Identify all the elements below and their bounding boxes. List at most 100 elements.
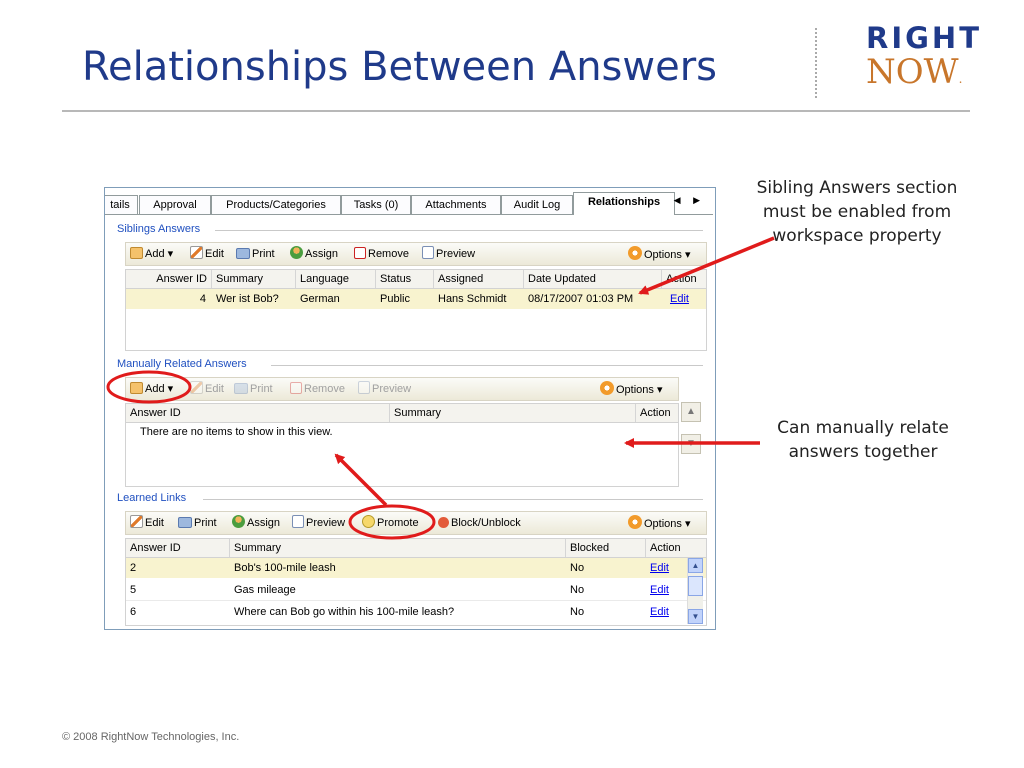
col-answer-id[interactable]: Answer ID <box>126 539 230 557</box>
col-summary[interactable]: Summary <box>390 404 636 422</box>
siblings-remove-button[interactable]: Remove <box>354 246 409 262</box>
col-answer-id[interactable]: Answer ID <box>126 404 390 422</box>
logo-line-now: NOW. <box>866 54 976 97</box>
manual-remove-button[interactable]: Remove <box>290 381 345 397</box>
print-icon <box>178 517 192 528</box>
tab-scroll-arrows[interactable]: ◀ ▶ <box>674 195 705 206</box>
col-language[interactable]: Language <box>296 270 376 288</box>
learned-edit-label: Edit <box>145 517 164 529</box>
tab-products-categories[interactable]: Products/Categories <box>211 195 341 214</box>
col-action[interactable]: Action <box>636 404 678 422</box>
tab-tasks[interactable]: Tasks (0) <box>341 195 411 214</box>
cell-answer-id: 6 <box>130 606 137 618</box>
col-status[interactable]: Status <box>376 270 434 288</box>
learned-block-label: Block/Unblock <box>451 517 521 529</box>
cell-summary: Gas mileage <box>234 584 296 596</box>
learned-print-label: Print <box>194 517 217 529</box>
move-down-button[interactable]: ▼ <box>681 434 701 454</box>
manual-grid-header: Answer ID Summary Action <box>126 404 678 423</box>
learned-promote-label: Promote <box>377 517 419 529</box>
manual-add-label: Add <box>145 383 165 395</box>
options-gear-icon <box>628 246 642 260</box>
manual-options-button[interactable]: Options ▾ <box>600 381 663 397</box>
tab-relationships[interactable]: Relationships <box>573 192 675 215</box>
block-icon <box>438 517 449 528</box>
manual-print-button[interactable]: Print <box>234 381 273 397</box>
tab-approval[interactable]: Approval <box>139 195 211 214</box>
copyright-footer: © 2008 RightNow Technologies, Inc. <box>62 731 240 743</box>
manual-add-button[interactable]: Add ▾ <box>130 381 173 397</box>
promote-icon <box>362 515 375 528</box>
scroll-thumb[interactable] <box>688 576 703 596</box>
siblings-grid-header: Answer ID Summary Language Status Assign… <box>126 270 706 289</box>
tab-audit-log[interactable]: Audit Log <box>501 195 573 214</box>
logo-divider <box>815 28 817 98</box>
row-edit-link[interactable]: Edit <box>646 558 686 578</box>
logo-line-right: RIGHT <box>866 21 982 55</box>
siblings-remove-label: Remove <box>368 248 409 260</box>
learned-options-button[interactable]: Options ▾ <box>628 515 691 531</box>
siblings-preview-button[interactable]: Preview <box>422 246 475 262</box>
preview-icon <box>422 246 434 259</box>
learned-print-button[interactable]: Print <box>178 515 217 531</box>
print-icon <box>236 248 250 259</box>
move-up-button[interactable]: ▲ <box>681 402 701 422</box>
add-icon <box>130 382 143 394</box>
preview-icon <box>292 515 304 528</box>
learned-preview-button[interactable]: Preview <box>292 515 345 531</box>
assign-icon <box>232 515 245 528</box>
arrow-up-icon: ▲ <box>686 406 696 417</box>
siblings-edit-label: Edit <box>205 248 224 260</box>
table-row[interactable]: 2 Bob's 100-mile leash No Edit <box>126 558 706 578</box>
table-row[interactable]: 4 Wer ist Bob? German Public Hans Schmid… <box>126 289 706 309</box>
manual-preview-label: Preview <box>372 383 412 395</box>
row-edit-link[interactable]: Edit <box>666 289 706 309</box>
siblings-toolbar: Add ▾ Edit Print Assign Remove Preview O… <box>125 242 707 266</box>
siblings-add-button[interactable]: Add ▾ <box>130 246 173 262</box>
tab-details[interactable]: tails <box>105 195 138 214</box>
manual-remove-label: Remove <box>304 383 345 395</box>
edit-icon <box>130 515 143 528</box>
edit-icon <box>190 381 203 394</box>
learned-grid-header: Answer ID Summary Blocked Action <box>126 539 706 558</box>
remove-icon <box>290 382 302 394</box>
manual-edit-button[interactable]: Edit <box>190 381 224 397</box>
col-action[interactable]: Action <box>646 539 688 557</box>
table-row[interactable]: 5 Gas mileage No Edit <box>126 580 706 601</box>
col-summary[interactable]: Summary <box>212 270 296 288</box>
col-blocked[interactable]: Blocked <box>566 539 646 557</box>
col-answer-id[interactable]: Answer ID <box>126 270 212 288</box>
scroll-down-icon[interactable]: ▼ <box>688 609 703 624</box>
col-date-updated[interactable]: Date Updated <box>524 270 662 288</box>
remove-icon <box>354 247 366 259</box>
manual-section-rule <box>271 365 703 366</box>
learned-grid: Answer ID Summary Blocked Action 2 Bob's… <box>125 538 707 626</box>
manual-grid: Answer ID Summary Action There are no it… <box>125 403 679 487</box>
cell-summary: Where can Bob go within his 100-mile lea… <box>234 606 455 618</box>
learned-scrollbar[interactable]: ▲ ▼ <box>687 558 703 624</box>
learned-promote-button[interactable]: Promote <box>362 515 419 531</box>
learned-assign-button[interactable]: Assign <box>232 515 280 531</box>
siblings-options-button[interactable]: Options ▾ <box>628 246 691 262</box>
col-assigned[interactable]: Assigned <box>434 270 524 288</box>
siblings-section-label: Siblings Answers <box>117 223 201 235</box>
row-edit-link[interactable]: Edit <box>646 580 686 600</box>
title-divider <box>62 110 970 112</box>
learned-block-button[interactable]: Block/Unblock <box>438 515 521 531</box>
siblings-edit-button[interactable]: Edit <box>190 246 224 262</box>
logo-now-text: NOW <box>866 52 959 92</box>
table-row[interactable]: 6 Where can Bob go within his 100-mile l… <box>126 602 706 622</box>
siblings-preview-label: Preview <box>436 248 476 260</box>
siblings-print-button[interactable]: Print <box>236 246 275 262</box>
empty-list-message: There are no items to show in this view. <box>140 426 333 438</box>
siblings-section-rule <box>215 230 703 231</box>
col-summary[interactable]: Summary <box>230 539 566 557</box>
tab-attachments[interactable]: Attachments <box>411 195 501 214</box>
edit-icon <box>190 246 203 259</box>
learned-edit-button[interactable]: Edit <box>130 515 164 531</box>
row-edit-link[interactable]: Edit <box>646 602 686 622</box>
siblings-assign-button[interactable]: Assign <box>290 246 338 262</box>
manual-preview-button[interactable]: Preview <box>358 381 411 397</box>
scroll-up-icon[interactable]: ▲ <box>688 558 703 573</box>
col-action[interactable]: Action <box>662 270 706 288</box>
